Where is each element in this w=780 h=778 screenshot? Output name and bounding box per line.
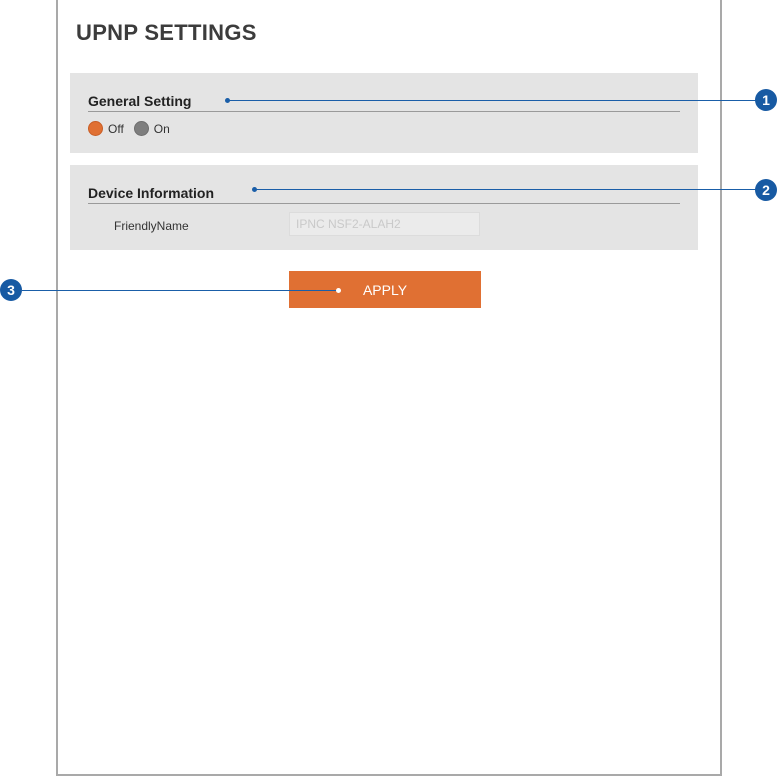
- general-setting-panel: General Setting Off On: [70, 73, 698, 153]
- radio-off-label: Off: [108, 121, 124, 136]
- callout-3-anchor: [336, 288, 341, 293]
- radio-off-indicator[interactable]: [88, 121, 103, 136]
- callout-1-badge: 1: [755, 89, 777, 111]
- section-divider: [88, 111, 680, 112]
- radio-on-label: On: [153, 121, 170, 136]
- section-divider: [88, 203, 680, 204]
- radio-off[interactable]: Off: [88, 121, 124, 136]
- callout-2-badge: 2: [755, 179, 777, 201]
- upnp-mode-radio-group: Off On: [88, 121, 180, 136]
- callout-2-line: [255, 189, 756, 190]
- callout-3-badge: 3: [0, 279, 22, 301]
- callout-3-line: [22, 290, 338, 291]
- radio-on-indicator[interactable]: [133, 121, 149, 136]
- radio-on[interactable]: On: [133, 121, 170, 136]
- friendly-name-input[interactable]: [289, 212, 480, 236]
- device-information-panel: Device Information FriendlyName: [70, 165, 698, 250]
- friendly-name-label: FriendlyName: [114, 219, 189, 233]
- page: UPNP SETTINGS General Setting Off On Dev…: [0, 0, 780, 778]
- device-information-title: Device Information: [88, 185, 215, 201]
- page-title: UPNP SETTINGS: [76, 20, 257, 45]
- callout-1-line: [228, 100, 756, 101]
- general-setting-title: General Setting: [88, 93, 192, 109]
